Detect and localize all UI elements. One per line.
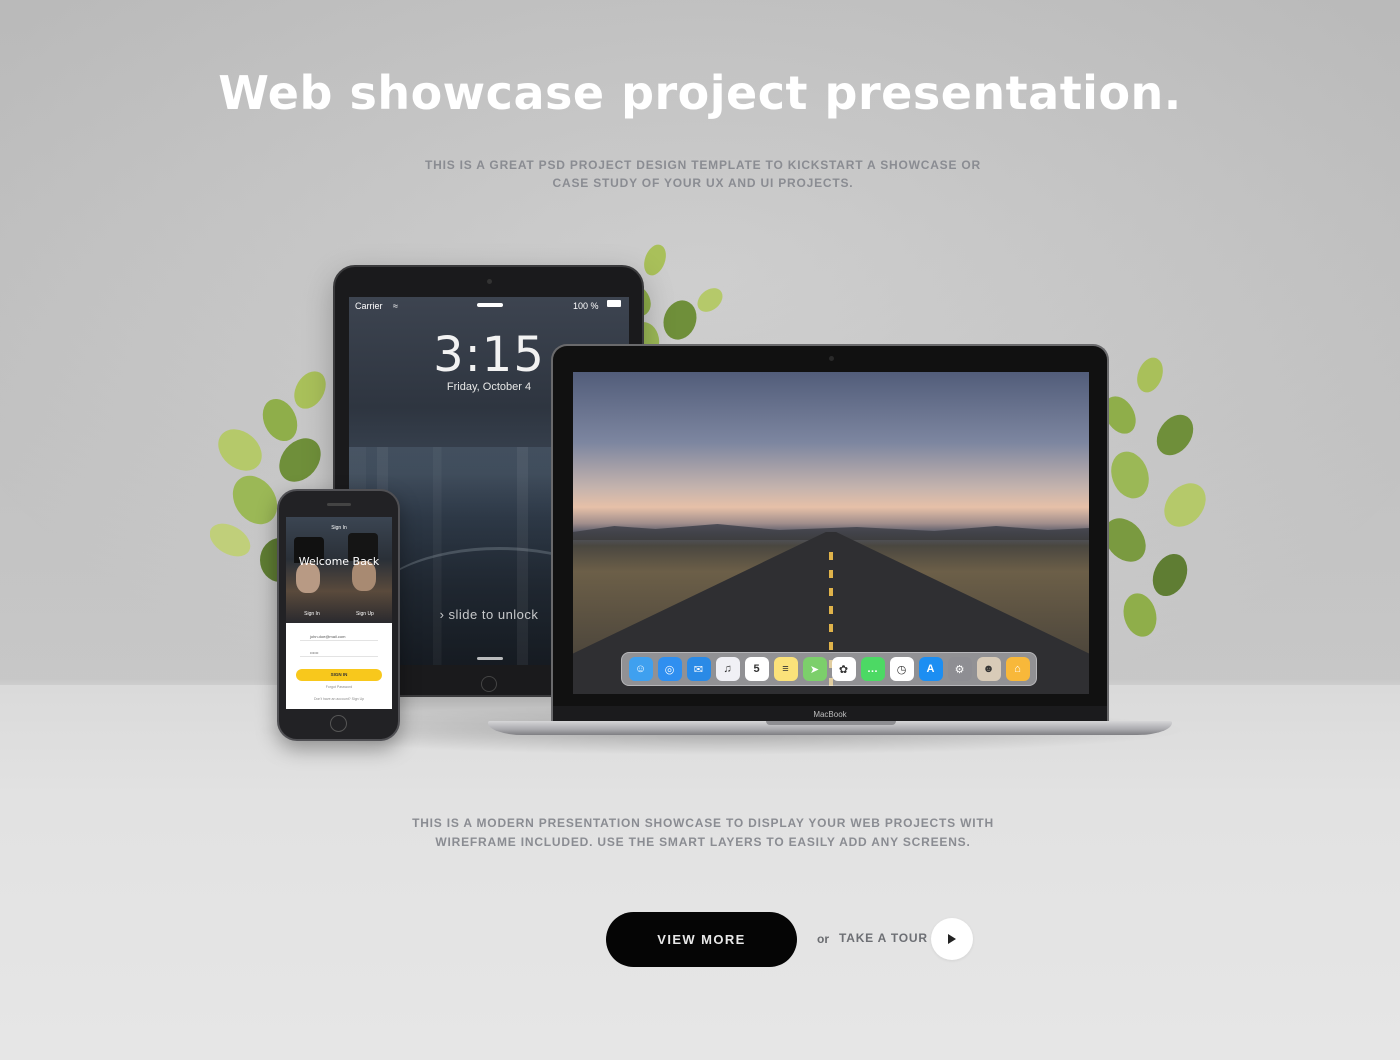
mail-icon[interactable]: ✉ — [686, 657, 711, 681]
play-icon — [948, 934, 956, 944]
tab-signup[interactable]: Sign Up — [356, 611, 374, 617]
notes-icon[interactable]: ≡ — [773, 657, 798, 681]
home-icon[interactable]: ⌂ — [1005, 657, 1030, 681]
tablet-home-button — [481, 676, 497, 692]
email-field[interactable]: john.doe@mail.com — [300, 633, 378, 641]
phone-welcome: Welcome Back — [298, 555, 380, 568]
signup-link[interactable]: Don't have an account? Sign Up — [286, 697, 392, 701]
laptop-base — [488, 721, 1172, 735]
wifi-icon: ≈ — [393, 301, 398, 311]
laptop-desktop: ☺ ◎ ✉ ♫ 5 ≡ ➤ ✿… ◷ A ⚙ ☻ ⌂ — [573, 372, 1089, 694]
dock: ☺ ◎ ✉ ♫ 5 ≡ ➤ ✿… ◷ A ⚙ ☻ ⌂ — [621, 652, 1037, 686]
tablet-camera — [487, 279, 492, 284]
photos-icon[interactable]: ✿ — [831, 657, 856, 681]
battery-icon — [607, 300, 621, 307]
password-field[interactable]: •••••• — [300, 649, 378, 657]
phone-tabs: Sign In Sign Up — [286, 611, 392, 617]
phone-header: Sign In — [331, 525, 347, 531]
itunes-icon[interactable]: ♫ — [715, 657, 740, 681]
play-button[interactable] — [931, 918, 973, 960]
settings-icon[interactable]: ⚙ — [947, 657, 972, 681]
signin-button[interactable]: SIGN IN — [296, 669, 382, 681]
view-more-button[interactable]: VIEW MORE — [606, 912, 797, 967]
or-label: or — [817, 932, 829, 946]
laptop-mockup: ☺ ◎ ✉ ♫ 5 ≡ ➤ ✿… ◷ A ⚙ ☻ ⌂ — [551, 344, 1109, 724]
take-a-tour-link[interactable]: TAKE A TOUR — [839, 931, 928, 945]
maps-icon[interactable]: ➤ — [802, 657, 827, 681]
slide-to-unlock-label: slide to unlock — [448, 607, 539, 622]
battery-label: 100 % — [573, 301, 599, 311]
page-title: Web showcase project presentation. — [218, 66, 1182, 120]
phone-screen: Sign In Welcome Back Sign In Sign Up joh… — [286, 517, 392, 709]
forgot-password-link[interactable]: Forgot Password — [286, 685, 392, 689]
app-store-icon[interactable]: A — [918, 657, 943, 681]
messages-icon[interactable]: … — [860, 657, 885, 681]
carrier-label: Carrier — [355, 301, 383, 311]
laptop-notch — [766, 721, 896, 725]
description-text: THIS IS A MODERN PRESENTATION SHOWCASE T… — [412, 816, 994, 849]
phone-hero-image — [286, 517, 392, 623]
clock-icon[interactable]: ◷ — [889, 657, 914, 681]
chevron-right-icon: › — [439, 607, 449, 622]
calendar-icon[interactable]: 5 — [744, 657, 769, 681]
status-pill — [477, 303, 503, 307]
bottom-pill — [477, 657, 503, 660]
laptop-camera — [829, 356, 834, 361]
phone-speaker — [327, 503, 351, 506]
page-subtitle: THIS IS A GREAT PSD PROJECT DESIGN TEMPL… — [424, 158, 982, 190]
safari-icon[interactable]: ◎ — [657, 657, 682, 681]
finder-icon[interactable]: ☺ — [628, 657, 653, 681]
tab-signin[interactable]: Sign In — [304, 611, 320, 617]
phone-mockup: Sign In Welcome Back Sign In Sign Up joh… — [277, 489, 400, 741]
contacts-icon[interactable]: ☻ — [976, 657, 1001, 681]
phone-home-button — [330, 715, 347, 732]
